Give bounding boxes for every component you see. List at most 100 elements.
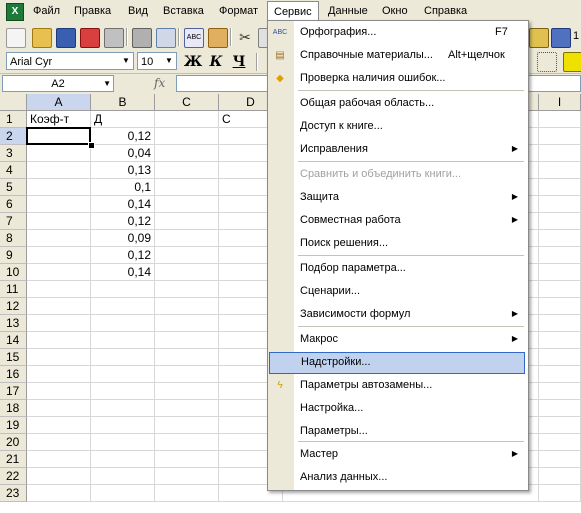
menu-insert[interactable]: Вставка	[163, 5, 204, 17]
grid-cell[interactable]	[155, 213, 219, 230]
row-header-12[interactable]: 12	[0, 298, 27, 315]
row-header-13[interactable]: 13	[0, 315, 27, 332]
menu-file[interactable]: Файл	[33, 5, 60, 17]
grid-cell[interactable]	[27, 417, 91, 434]
grid-cell[interactable]	[539, 332, 581, 349]
row-header-6[interactable]: 6	[0, 196, 27, 213]
borders-icon[interactable]	[537, 52, 557, 72]
grid-cell[interactable]	[155, 162, 219, 179]
menu-item-12[interactable]: Сценарии...	[268, 281, 526, 303]
cell-b9[interactable]: 0,12	[91, 247, 155, 264]
menu-item-4[interactable]: Общая рабочая область...	[268, 93, 526, 115]
grid-cell[interactable]	[27, 281, 91, 298]
grid-cell[interactable]	[155, 485, 219, 502]
grid-cell[interactable]	[27, 468, 91, 485]
grid-cell[interactable]	[539, 162, 581, 179]
menu-edit[interactable]: Правка	[74, 5, 111, 17]
grid-cell[interactable]	[539, 417, 581, 434]
grid-cell[interactable]	[91, 298, 155, 315]
cell-b6[interactable]: 0,14	[91, 196, 155, 213]
grid-cell[interactable]	[91, 383, 155, 400]
menu-item-10[interactable]: Поиск решения...	[268, 233, 526, 255]
grid-cell[interactable]	[91, 417, 155, 434]
email-icon[interactable]	[104, 28, 124, 48]
menu-item-15[interactable]: Надстройки...	[269, 352, 525, 374]
grid-cell[interactable]	[539, 366, 581, 383]
grid-cell[interactable]	[539, 281, 581, 298]
menu-item-18[interactable]: Параметры...	[268, 421, 526, 443]
grid-cell[interactable]	[27, 349, 91, 366]
row-header-17[interactable]: 17	[0, 383, 27, 400]
menu-help[interactable]: Справка	[424, 5, 467, 17]
font-size-select[interactable]: 10 ▼	[137, 52, 177, 70]
row-header-22[interactable]: 22	[0, 468, 27, 485]
open-icon[interactable]	[32, 28, 52, 48]
row-header-10[interactable]: 10	[0, 264, 27, 281]
menu-window[interactable]: Окно	[382, 5, 408, 17]
menu-item-17[interactable]: Настройка...	[268, 398, 526, 420]
cell-a1[interactable]: Коэф-т	[27, 111, 91, 128]
fill-color-icon[interactable]	[563, 52, 581, 72]
cell-b7[interactable]: 0,12	[91, 213, 155, 230]
grid-cell[interactable]	[27, 145, 91, 162]
grid-cell[interactable]	[539, 468, 581, 485]
grid-cell[interactable]	[155, 298, 219, 315]
row-header-3[interactable]: 3	[0, 145, 27, 162]
cell-b8[interactable]: 0,09	[91, 230, 155, 247]
grid-cell[interactable]	[91, 332, 155, 349]
grid-cell[interactable]	[27, 247, 91, 264]
menu-view[interactable]: Вид	[128, 5, 148, 17]
print-icon[interactable]	[132, 28, 152, 48]
cell-b3[interactable]: 0,04	[91, 145, 155, 162]
row-header-7[interactable]: 7	[0, 213, 27, 230]
column-header-b[interactable]: B	[91, 94, 155, 111]
grid-cell[interactable]	[91, 366, 155, 383]
row-header-4[interactable]: 4	[0, 162, 27, 179]
cell-b4[interactable]: 0,13	[91, 162, 155, 179]
row-header-14[interactable]: 14	[0, 332, 27, 349]
grid-cell[interactable]	[27, 196, 91, 213]
save-icon[interactable]	[56, 28, 76, 48]
row-header-23[interactable]: 23	[0, 485, 27, 502]
column-header-i[interactable]: I	[539, 94, 581, 111]
underline-button[interactable]: Ч	[229, 52, 249, 72]
menu-item-8[interactable]: Защита ▶	[268, 187, 526, 209]
grid-cell[interactable]	[155, 281, 219, 298]
grid-cell[interactable]	[155, 196, 219, 213]
row-header-1[interactable]: 1	[0, 111, 27, 128]
grid-cell[interactable]	[91, 315, 155, 332]
grid-cell[interactable]	[27, 298, 91, 315]
grid-cell[interactable]	[91, 349, 155, 366]
excel-app-icon[interactable]: X	[6, 3, 24, 21]
grid-cell[interactable]	[27, 366, 91, 383]
column-header-a[interactable]: A	[27, 94, 91, 111]
permission-icon[interactable]	[80, 28, 100, 48]
cell-b1[interactable]: Д	[91, 111, 155, 128]
grid-cell[interactable]	[539, 128, 581, 145]
grid-cell[interactable]	[539, 349, 581, 366]
menu-item-5[interactable]: Доступ к книге...	[268, 116, 526, 138]
cell-b2[interactable]: 0,12	[91, 128, 155, 145]
cut-icon[interactable]: ✂	[236, 28, 254, 46]
grid-cell[interactable]	[91, 468, 155, 485]
grid-cell[interactable]	[539, 298, 581, 315]
grid-cell[interactable]	[91, 434, 155, 451]
grid-cell[interactable]	[539, 434, 581, 451]
grid-cell[interactable]	[155, 264, 219, 281]
row-header-2[interactable]: 2	[0, 128, 27, 145]
menu-item-19[interactable]: Мастер ▶	[268, 444, 526, 466]
grid-cell[interactable]	[27, 332, 91, 349]
bold-button[interactable]: Ж	[183, 52, 203, 72]
grid-cell[interactable]	[155, 349, 219, 366]
cell-b5[interactable]: 0,1	[91, 179, 155, 196]
row-header-16[interactable]: 16	[0, 366, 27, 383]
grid-cell[interactable]	[27, 162, 91, 179]
grid-cell[interactable]	[27, 315, 91, 332]
grid-cell[interactable]	[91, 485, 155, 502]
grid-cell[interactable]	[539, 230, 581, 247]
grid-cell[interactable]	[27, 451, 91, 468]
grid-cell[interactable]	[539, 247, 581, 264]
menu-item-16[interactable]: ϟ Параметры автозамены...	[268, 375, 526, 397]
menu-item-14[interactable]: Макрос ▶	[268, 329, 526, 351]
menu-item-1[interactable]: ABC Орфография... F7	[268, 22, 526, 44]
